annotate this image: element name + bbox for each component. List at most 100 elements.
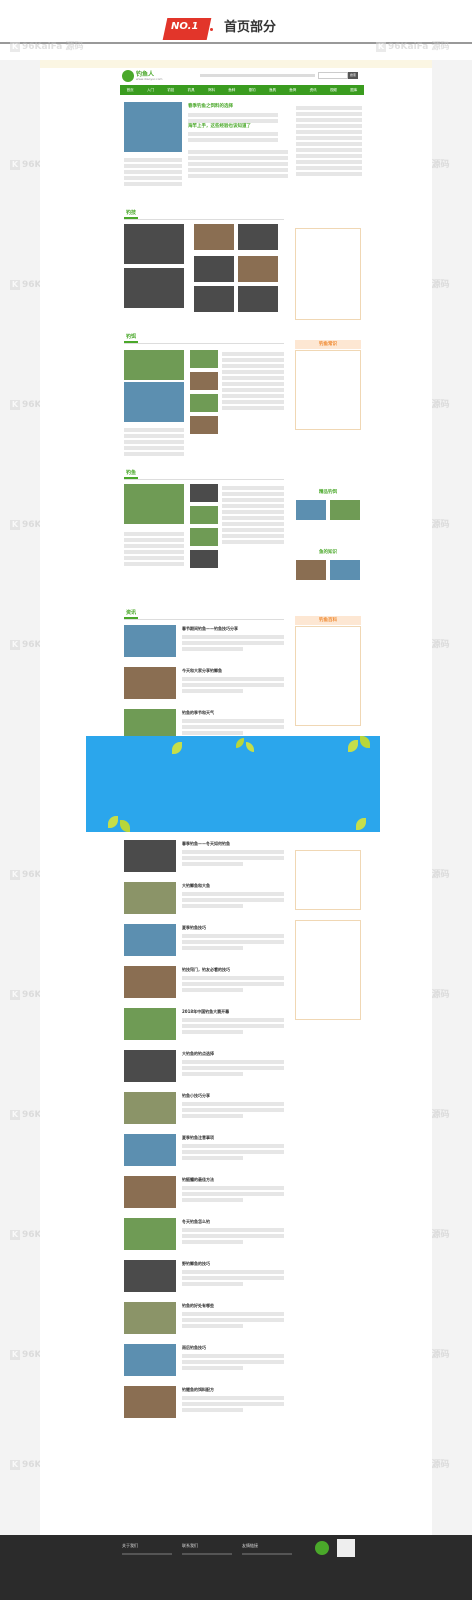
news-title[interactable]: 冬天钓鱼怎么钓 (182, 1219, 210, 1224)
news-thumb[interactable] (124, 1092, 176, 1124)
video-thumb[interactable] (124, 268, 184, 308)
sidebar-title: 钓鱼常识 (295, 340, 361, 349)
section-tab[interactable]: 钓饵 (124, 334, 139, 343)
header-links[interactable] (200, 74, 315, 77)
section-tab[interactable]: 钓技 (124, 210, 139, 219)
photo-thumb[interactable] (238, 286, 278, 312)
fish-thumb[interactable] (296, 560, 326, 580)
search-button[interactable]: 搜索 (348, 72, 358, 79)
video-thumb[interactable] (124, 224, 184, 264)
news-thumb[interactable] (124, 1260, 176, 1292)
nav-item[interactable]: 首页 (127, 88, 134, 93)
news-title[interactable]: 钓鲤鱼的饵料配方 (182, 1387, 214, 1392)
news-title[interactable]: 春节期间钓鱼——钓鱼技巧分享 (182, 626, 238, 631)
news-thumb[interactable] (124, 840, 176, 872)
news-thumb[interactable] (124, 966, 176, 998)
nav-item[interactable]: 钓具 (188, 88, 195, 93)
news-title[interactable]: 春季钓鱼——冬天如何钓鱼 (182, 841, 230, 846)
nav-item[interactable]: 图库 (350, 88, 357, 93)
news-title[interactable]: 钓鲢鳙的最佳方法 (182, 1177, 214, 1182)
news-title[interactable]: 夏季钓鱼注意事项 (182, 1135, 214, 1140)
news-title[interactable]: 夏季钓鱼技巧 (182, 925, 206, 930)
news-thumb[interactable] (124, 1344, 176, 1376)
news-thumb[interactable] (124, 667, 176, 699)
news-thumb[interactable] (124, 882, 176, 914)
footer-col-title[interactable]: 友情链接 (242, 1543, 258, 1548)
photo-thumb[interactable] (238, 256, 278, 282)
article-image[interactable] (124, 484, 184, 524)
fish-thumb[interactable] (330, 560, 360, 580)
article-thumb[interactable] (190, 372, 218, 390)
top-notice-bar (40, 60, 432, 68)
promo-banner[interactable] (86, 736, 380, 832)
search-input[interactable] (318, 72, 348, 79)
sidebar-box[interactable] (295, 350, 361, 430)
nav-item[interactable]: 饵料 (208, 88, 215, 93)
footer-link-lines[interactable] (122, 1553, 172, 1555)
nav-item[interactable]: 资讯 (310, 88, 317, 93)
headline-image[interactable] (124, 102, 182, 152)
footer-col-title[interactable]: 关于我们 (122, 1543, 138, 1548)
news-title[interactable]: 钓技窍门，钓友必看的技巧 (182, 967, 230, 972)
right-news-list[interactable] (296, 104, 362, 178)
news-thumb[interactable] (124, 1050, 176, 1082)
news-thumb[interactable] (124, 1218, 176, 1250)
news-title[interactable]: 2018年中国钓鱼大赛开幕 (182, 1009, 229, 1014)
article-thumb[interactable] (190, 394, 218, 412)
nav-item[interactable]: 渔具 (269, 88, 276, 93)
photo-thumb[interactable] (238, 224, 278, 250)
article-text-list[interactable] (222, 484, 284, 546)
left-list[interactable] (124, 156, 182, 188)
news-title[interactable]: 钓鱼的季节和天气 (182, 710, 214, 715)
article-thumb[interactable] (190, 350, 218, 368)
photo-thumb[interactable] (194, 224, 234, 250)
article-thumb[interactable] (190, 528, 218, 546)
nav-item[interactable]: 鱼种 (228, 88, 235, 93)
article-thumb[interactable] (190, 416, 218, 434)
news-thumb[interactable] (124, 1176, 176, 1208)
article-image[interactable] (124, 350, 184, 380)
logo-icon[interactable] (122, 70, 134, 82)
news-title[interactable]: 钓鱼小技巧分享 (182, 1093, 210, 1098)
news-title[interactable]: 今天和大家分享钓鲫鱼 (182, 668, 222, 673)
article-list[interactable] (124, 530, 184, 568)
bait-thumb[interactable] (330, 500, 360, 520)
article-thumb[interactable] (190, 484, 218, 502)
headline-list[interactable] (188, 148, 288, 180)
news-title[interactable]: 大钓鱼的钓点选择 (182, 1051, 214, 1056)
article-list[interactable] (124, 426, 184, 458)
bait-thumb[interactable] (296, 500, 326, 520)
sidebar-box[interactable] (295, 626, 361, 726)
section-tab[interactable]: 钓鱼 (124, 470, 139, 479)
news-title[interactable]: 野钓鲫鱼的技巧 (182, 1261, 210, 1266)
article-thumb[interactable] (190, 506, 218, 524)
section-tab[interactable]: 资讯 (124, 610, 139, 619)
nav-item[interactable]: 钓技 (167, 88, 174, 93)
footer-col-title[interactable]: 联系我们 (182, 1543, 198, 1548)
ad-box[interactable] (295, 228, 361, 320)
news-title[interactable]: 雨后钓鱼技巧 (182, 1345, 206, 1350)
ad-box[interactable] (295, 920, 361, 1020)
news-thumb[interactable] (124, 1134, 176, 1166)
news-thumb[interactable] (124, 924, 176, 956)
nav-item[interactable]: 视频 (330, 88, 337, 93)
headline-title[interactable]: 春季钓鱼之饵料的选择 (188, 104, 233, 110)
nav-item[interactable]: 入门 (147, 88, 154, 93)
ad-box[interactable] (295, 850, 361, 910)
footer-link-lines[interactable] (182, 1553, 232, 1555)
nav-item[interactable]: 垂钓 (249, 88, 256, 93)
news-title[interactable]: 大钓鲫鱼和大鱼 (182, 883, 210, 888)
photo-thumb[interactable] (194, 256, 234, 282)
article-image[interactable] (124, 382, 184, 422)
article-thumb[interactable] (190, 550, 218, 568)
article-text-list[interactable] (222, 350, 284, 412)
headline-title-2[interactable]: 海竿上手，这些经验也该知道了 (188, 124, 251, 130)
news-thumb[interactable] (124, 625, 176, 657)
news-thumb[interactable] (124, 1008, 176, 1040)
footer-link-lines[interactable] (242, 1553, 292, 1555)
news-thumb[interactable] (124, 1302, 176, 1334)
news-thumb[interactable] (124, 1386, 176, 1418)
photo-thumb[interactable] (194, 286, 234, 312)
nav-item[interactable]: 鱼饵 (289, 88, 296, 93)
news-title[interactable]: 钓鱼的好处有哪些 (182, 1303, 214, 1308)
